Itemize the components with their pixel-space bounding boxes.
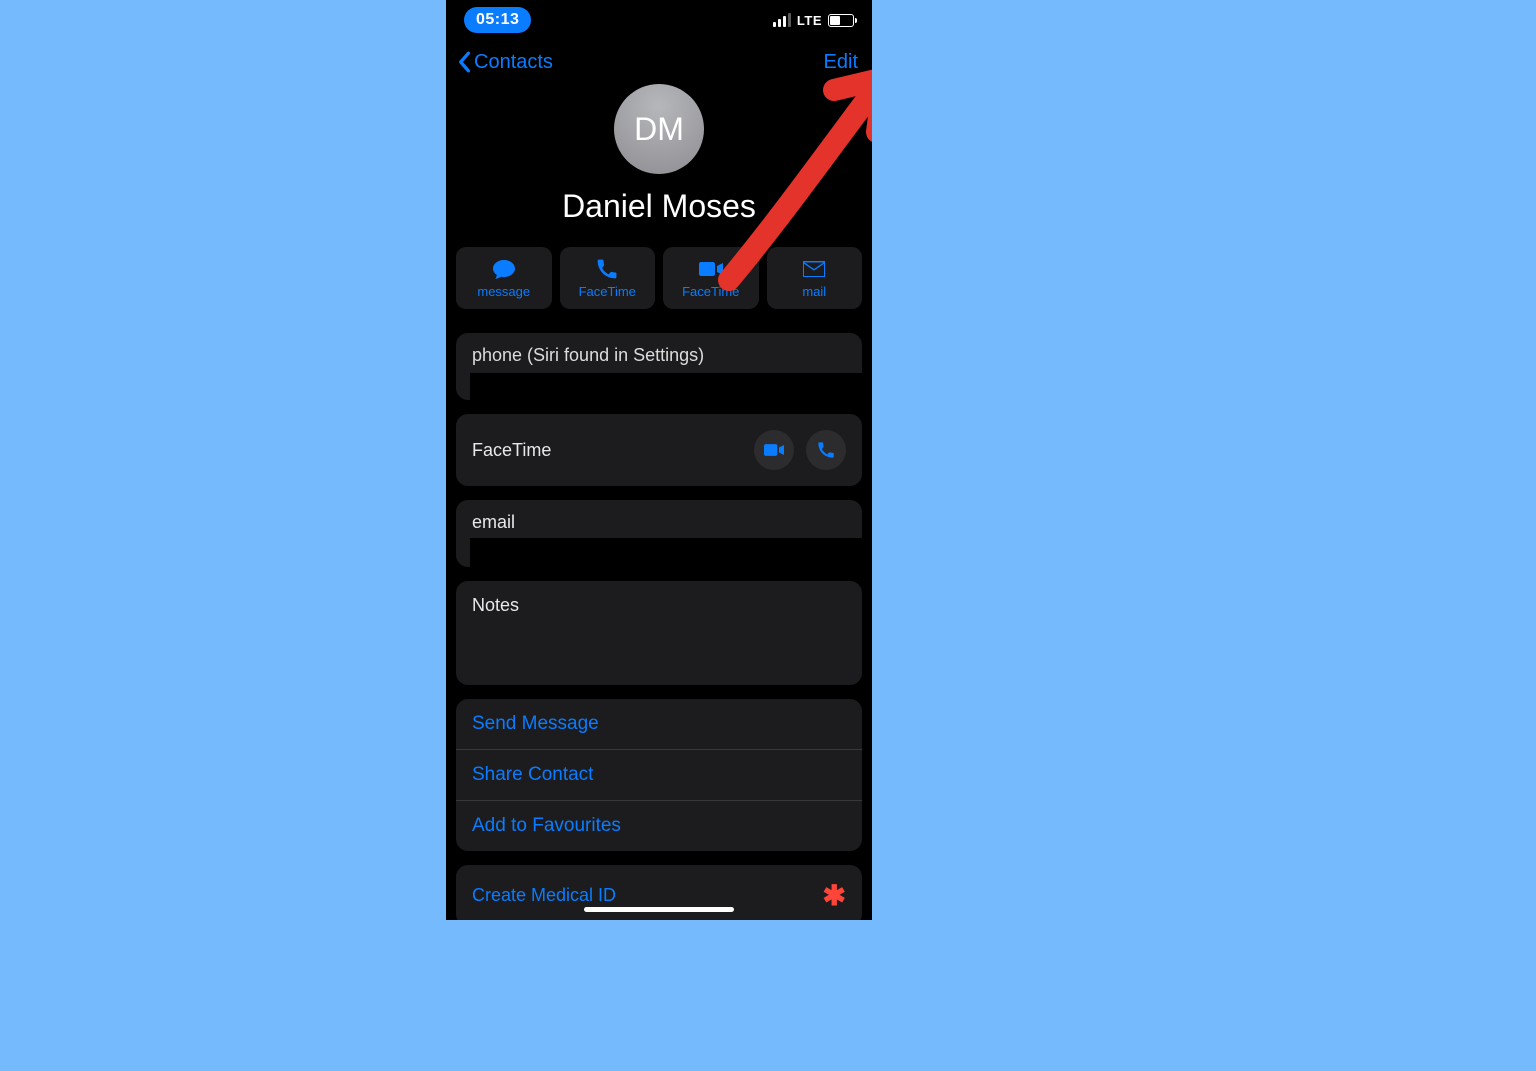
edit-button[interactable]: Edit (824, 51, 862, 74)
signal-icon (773, 13, 791, 27)
redacted-phone (470, 373, 862, 413)
time-pill[interactable]: 05:13 (464, 7, 531, 33)
quick-actions: message FaceTime FaceTime mail (446, 237, 872, 319)
status-bar: 05:13 LTE (446, 0, 872, 40)
message-label: message (477, 284, 530, 299)
email-card[interactable]: email (456, 500, 862, 567)
medical-star-icon: ✱ (823, 879, 846, 912)
back-label: Contacts (474, 51, 553, 74)
battery-icon (828, 14, 854, 27)
carrier-label: LTE (797, 13, 822, 28)
contact-name: Daniel Moses (562, 188, 756, 225)
video-icon (764, 441, 784, 459)
message-icon (492, 258, 516, 280)
status-right: LTE (773, 13, 854, 28)
facetime-video-round-button[interactable] (754, 430, 794, 470)
avatar[interactable]: DM (614, 84, 704, 174)
chevron-left-icon (456, 51, 472, 73)
facetime-audio-label: FaceTime (579, 284, 636, 299)
mail-label: mail (802, 284, 826, 299)
notes-card[interactable]: Notes (456, 581, 862, 685)
video-icon (699, 258, 723, 280)
contact-scroll[interactable]: phone (Siri found in Settings) FaceTime … (446, 333, 872, 920)
phone-frame: 05:13 LTE Contacts Edit DM Daniel Moses … (446, 0, 872, 920)
back-button[interactable]: Contacts (456, 51, 553, 74)
home-indicator[interactable] (584, 907, 734, 912)
phone-icon (816, 441, 836, 459)
facetime-audio-button[interactable]: FaceTime (560, 247, 656, 309)
facetime-audio-round-button[interactable] (806, 430, 846, 470)
phone-field-label: phone (Siri found in Settings) (456, 333, 862, 366)
facetime-label: FaceTime (472, 440, 551, 461)
add-to-favourites-link[interactable]: Add to Favourites (456, 801, 862, 851)
create-medical-id-label: Create Medical ID (472, 885, 616, 906)
message-button[interactable]: message (456, 247, 552, 309)
phone-card[interactable]: phone (Siri found in Settings) (456, 333, 862, 400)
nav-bar: Contacts Edit (446, 40, 872, 84)
notes-label: Notes (456, 581, 862, 630)
phone-icon (595, 258, 619, 280)
email-field-label: email (456, 500, 862, 533)
redacted-email (470, 538, 862, 578)
send-message-link[interactable]: Send Message (456, 699, 862, 750)
facetime-card: FaceTime (456, 414, 862, 486)
share-contact-link[interactable]: Share Contact (456, 750, 862, 801)
mail-button[interactable]: mail (767, 247, 863, 309)
facetime-video-button[interactable]: FaceTime (663, 247, 759, 309)
facetime-video-label: FaceTime (682, 284, 739, 299)
mail-icon (802, 258, 826, 280)
action-links-card: Send Message Share Contact Add to Favour… (456, 699, 862, 851)
contact-header: DM Daniel Moses (446, 84, 872, 237)
